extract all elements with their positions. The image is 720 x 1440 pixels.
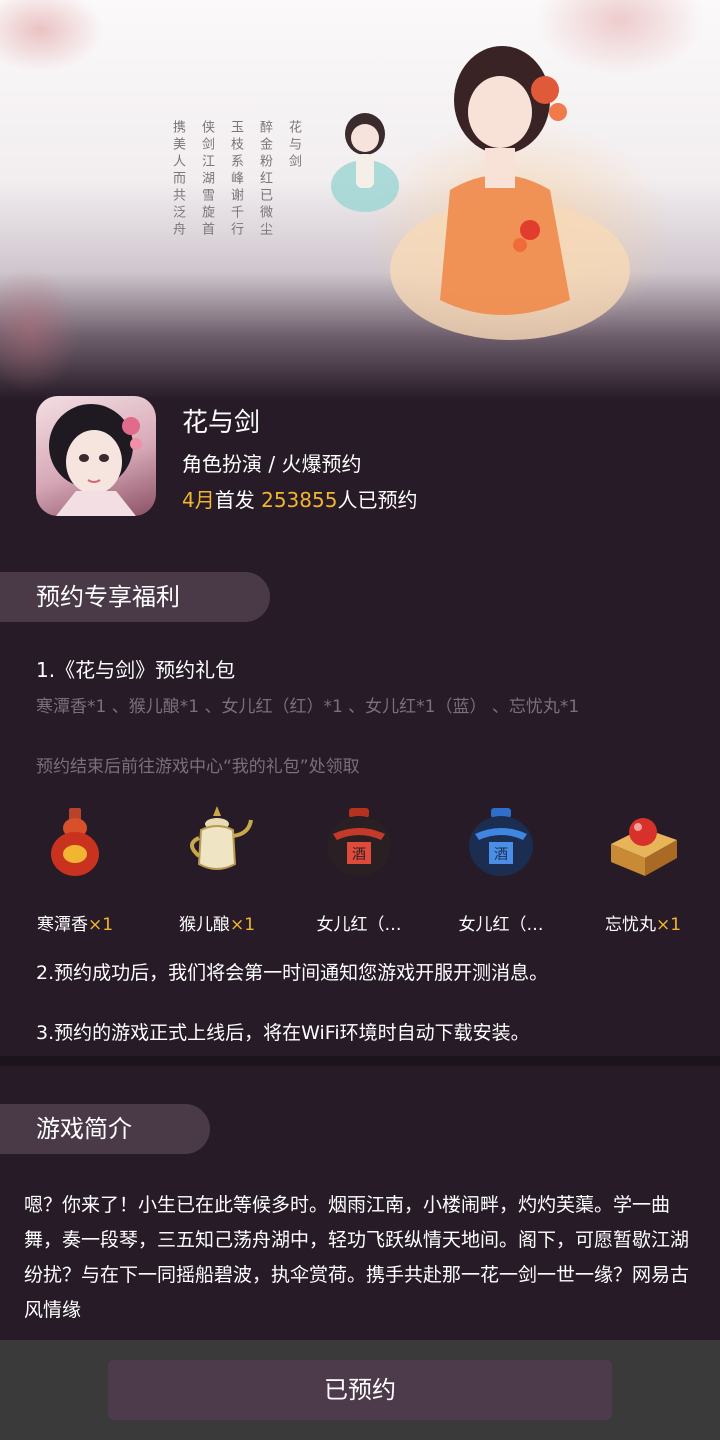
red-wine-jar-icon: 酒: [327, 808, 391, 876]
gift-pack-items: 寒潭香*1 、猴儿酿*1 、女儿红（红）*1 、女儿红*1（蓝） 、忘忧丸*1: [36, 697, 580, 717]
benefits-section-title: 预约专享福利: [0, 572, 270, 622]
gift-claim-instructions: 预约结束后前往游戏中心“我的礼包”处领取: [36, 757, 360, 777]
pill-box-icon: [611, 818, 677, 876]
gift-name: 寒潭香: [36, 915, 88, 935]
reserved-button[interactable]: 已预约: [108, 1360, 612, 1420]
reservation-label: 人已预约: [337, 488, 418, 512]
gift-name: 女儿红（…: [458, 915, 544, 935]
gift-name: 女儿红（…: [316, 915, 402, 935]
benefit-note-notification: 2.预约成功后，我们将会第一时间通知您游戏开服开测消息。: [36, 962, 549, 984]
release-label: 首发: [214, 488, 255, 512]
release-month: 4月: [182, 488, 215, 512]
app-category: 角色扮演 / 火爆预约: [182, 452, 362, 476]
bottom-action-bar: 已预约: [0, 1340, 720, 1440]
intro-section-title: 游戏简介: [0, 1104, 210, 1154]
poem-line: 侠剑江湖雪旋首: [199, 120, 214, 239]
gift-item: 酒 女儿红（…: [436, 804, 566, 935]
gift-item: 猴儿酿×1: [152, 804, 282, 935]
benefit-note-auto-install: 3.预约的游戏正式上线后，将在WiFi环境时自动下载安装。: [36, 1022, 530, 1044]
calligraphy-poem: 花与剑 醉金粉红已微尘 玉枝系峰谢千行 侠剑江湖雪旋首 携美人而共泛舟: [168, 120, 303, 239]
gift-item: 酒 女儿红（…: [294, 804, 424, 935]
hero-banner: 花与剑 醉金粉红已微尘 玉枝系峰谢千行 侠剑江湖雪旋首 携美人而共泛舟: [0, 0, 720, 400]
blue-wine-jar-icon: 酒: [469, 808, 533, 876]
heroine-illustration: [390, 46, 630, 340]
gift-label: 猴儿酿×1: [152, 910, 282, 935]
gift-name: 忘忧丸: [604, 915, 656, 935]
gift-quantity: ×1: [87, 915, 114, 935]
gift-list: 寒潭香×1 猴儿酿×1 酒 女儿红（… 酒 女儿红（… 忘忧丸×1: [0, 804, 720, 935]
gift-quantity: ×1: [655, 915, 682, 935]
reservation-count: 253855: [261, 488, 338, 512]
poem-line: 花与剑: [286, 120, 301, 171]
gift-item: 忘忧丸×1: [578, 804, 708, 935]
gift-pack-heading: 1.《花与剑》预约礼包: [36, 658, 236, 682]
gift-label: 忘忧丸×1: [578, 910, 708, 935]
app-release-info: 4月首发 253855人已预约: [182, 484, 417, 513]
gift-label: 女儿红（…: [436, 910, 566, 935]
gift-label: 女儿红（…: [294, 910, 424, 935]
gift-quantity: ×1: [229, 915, 256, 935]
poem-line: 醉金粉红已微尘: [257, 120, 272, 239]
gift-item: 寒潭香×1: [10, 804, 140, 935]
app-icon: [36, 396, 156, 516]
wine-teapot-icon: [190, 806, 253, 870]
poem-line: 携美人而共泛舟: [170, 120, 185, 239]
game-description[interactable]: 嗯？你来了！小生已在此等候多时。烟雨江南，小楼闹畔，灼灼芙蕖。学一曲舞，奏一段琴…: [24, 1188, 696, 1336]
gift-label: 寒潭香×1: [10, 910, 140, 935]
red-gourd-bottle-icon: [51, 808, 99, 876]
gift-name: 猴儿酿: [178, 915, 230, 935]
app-name: 花与剑: [182, 408, 261, 438]
svg-text:酒: 酒: [352, 847, 366, 863]
poem-line: 玉枝系峰谢千行: [228, 120, 243, 239]
section-divider: [0, 1056, 720, 1066]
svg-text:酒: 酒: [494, 847, 508, 863]
